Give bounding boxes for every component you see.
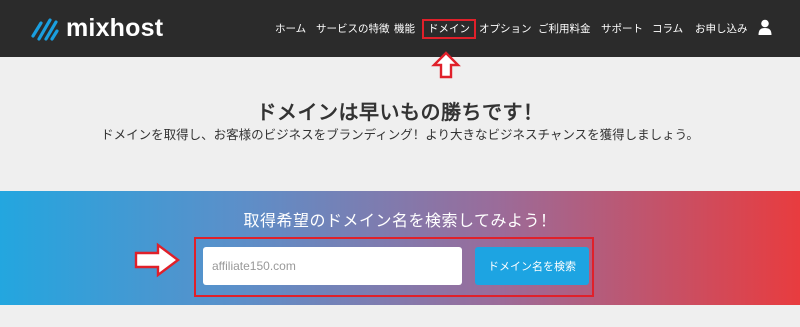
- search-title: 取得希望のドメイン名を検索してみよう！: [243, 211, 557, 230]
- nav-item-apply[interactable]: お申し込み: [695, 19, 748, 39]
- nav-item-pricing[interactable]: ご利用料金: [538, 19, 591, 39]
- brand-logo[interactable]: mixhost: [30, 14, 163, 42]
- domain-search-input[interactable]: [203, 247, 462, 285]
- page-headline: ドメインは早いもの勝ちです！: [256, 100, 544, 124]
- domain-search-button[interactable]: ドメイン名を検索: [475, 247, 589, 285]
- mixhost-logo-icon: [31, 18, 59, 41]
- nav-item-home[interactable]: ホーム: [275, 19, 306, 39]
- nav-item-functions[interactable]: 機能: [394, 19, 415, 39]
- nav-item-features[interactable]: サービスの特徴: [316, 19, 390, 39]
- nav-item-options[interactable]: オプション: [479, 19, 532, 39]
- nav-item-domain[interactable]: ドメイン: [422, 19, 476, 39]
- top-navbar: mixhost ホーム サービスの特徴 機能 ドメイン オプション ご利用料金 …: [0, 0, 800, 57]
- page-subtext: ドメインを取得し、お客様のビジネスをブランディング！より大きなビジネスチャンスを…: [101, 127, 699, 142]
- brand-name: mixhost: [66, 14, 164, 42]
- nav-item-support[interactable]: サポート: [601, 19, 643, 39]
- user-icon[interactable]: [758, 19, 772, 35]
- right-arrow-icon: [134, 242, 180, 278]
- up-arrow-icon: [431, 51, 461, 79]
- nav-item-column[interactable]: コラム: [652, 19, 683, 39]
